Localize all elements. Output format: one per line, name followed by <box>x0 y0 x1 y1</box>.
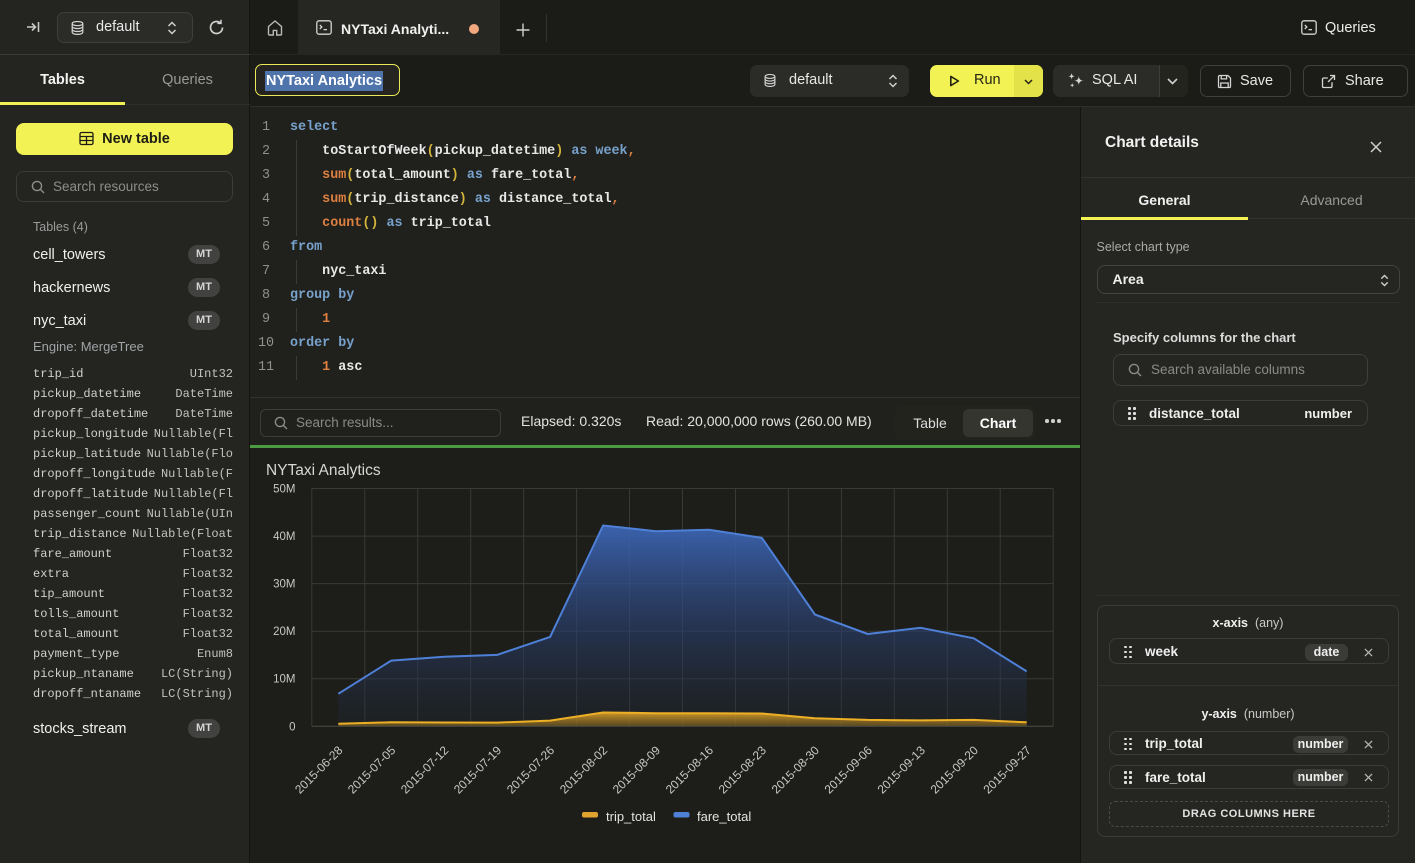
svg-text:2015-09-06: 2015-09-06 <box>822 743 876 797</box>
svg-text:30M: 30M <box>273 579 295 591</box>
svg-text:fare_total: fare_total <box>697 809 751 824</box>
svg-text:2015-09-27: 2015-09-27 <box>981 743 1035 797</box>
svg-text:trip_total: trip_total <box>606 809 656 824</box>
svg-text:2015-08-02: 2015-08-02 <box>557 743 611 797</box>
svg-text:2015-08-23: 2015-08-23 <box>716 743 770 797</box>
svg-text:2015-07-19: 2015-07-19 <box>451 743 505 797</box>
svg-text:2015-07-26: 2015-07-26 <box>504 743 558 797</box>
svg-text:2015-07-12: 2015-07-12 <box>398 743 452 797</box>
svg-text:NYTaxi Analytics: NYTaxi Analytics <box>266 462 381 479</box>
svg-text:2015-07-05: 2015-07-05 <box>345 743 399 797</box>
svg-text:20M: 20M <box>273 626 295 638</box>
svg-text:2015-08-09: 2015-08-09 <box>610 743 664 797</box>
svg-text:2015-09-13: 2015-09-13 <box>875 743 929 797</box>
svg-text:50M: 50M <box>273 484 295 496</box>
svg-text:40M: 40M <box>273 531 295 543</box>
svg-text:2015-06-28: 2015-06-28 <box>292 743 346 797</box>
svg-text:2015-08-16: 2015-08-16 <box>663 743 717 797</box>
svg-text:2015-08-30: 2015-08-30 <box>769 743 823 797</box>
svg-text:0: 0 <box>289 721 295 733</box>
svg-text:10M: 10M <box>273 674 295 686</box>
svg-text:2015-09-20: 2015-09-20 <box>928 743 982 797</box>
